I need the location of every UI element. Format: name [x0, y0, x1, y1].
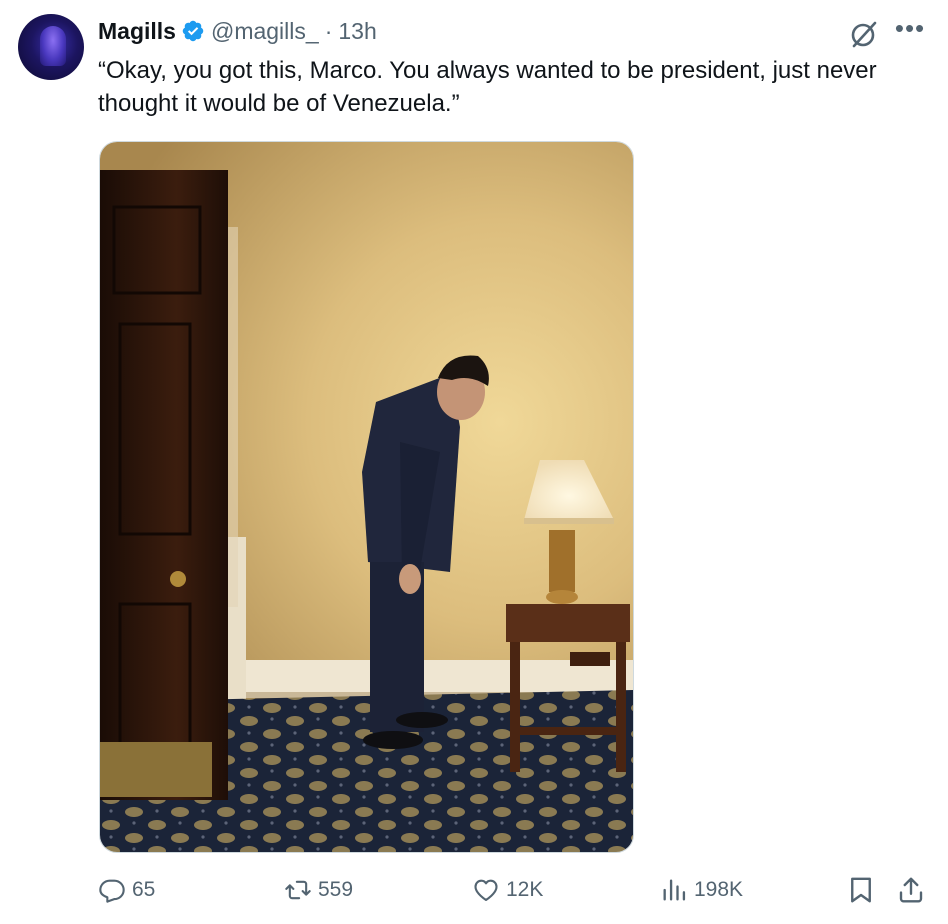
repost-icon [285, 880, 311, 900]
grok-icon[interactable] [848, 18, 880, 50]
share-button[interactable] [896, 870, 932, 910]
header-separator: · [324, 17, 333, 44]
bookmark-icon [851, 877, 871, 903]
like-icon [474, 879, 498, 901]
repost-count: 559 [318, 878, 354, 901]
photo-scene [100, 142, 633, 852]
verified-badge-icon[interactable] [181, 19, 205, 43]
views-count: 198K [694, 878, 744, 901]
share-icon [899, 877, 923, 903]
tweet-text: “Okay, you got this, Marco. You always w… [98, 57, 877, 117]
more-options-icon[interactable]: ••• [892, 15, 928, 44]
tweet-timestamp[interactable]: 13h [338, 18, 376, 45]
views-button[interactable]: 198K [660, 870, 743, 910]
views-icon [663, 879, 686, 901]
author-handle[interactable]: @magills_ [211, 18, 319, 45]
reply-icon [99, 879, 125, 903]
tweet-photo[interactable] [99, 141, 634, 853]
like-count: 12K [506, 878, 544, 901]
reply-button[interactable]: 65 [98, 870, 155, 910]
avatar-figure [40, 26, 66, 66]
tweet-actions: 65 559 12K 198K [98, 870, 928, 910]
repost-button[interactable]: 559 [284, 870, 353, 910]
reply-count: 65 [132, 878, 156, 901]
author-avatar[interactable] [18, 14, 84, 80]
author-name[interactable]: Magills [98, 18, 176, 45]
like-button[interactable]: 12K [472, 870, 543, 910]
bookmark-button[interactable] [846, 870, 882, 910]
tweet-header: Magills @magills_ · 13h [98, 16, 377, 46]
